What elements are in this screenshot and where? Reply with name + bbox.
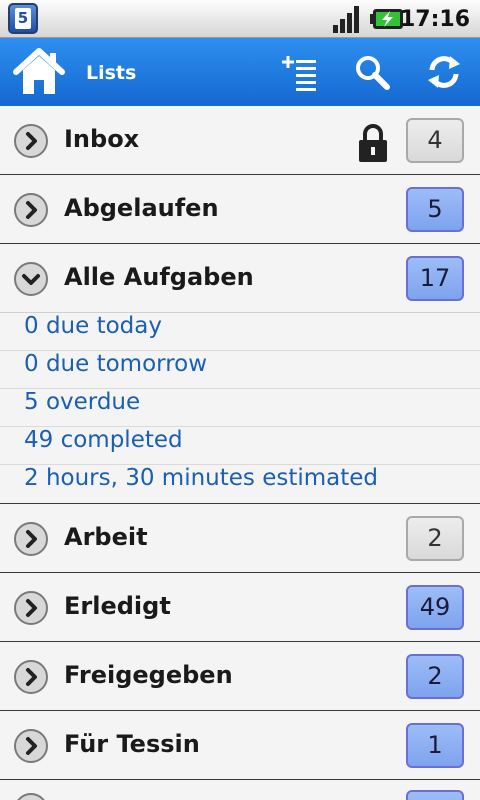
list-item-fur-tessin[interactable]: Für Tessin 1 (0, 711, 480, 780)
chevron-right-icon[interactable] (13, 521, 49, 557)
page-title: Lists (86, 62, 137, 84)
list-item-partial[interactable] (0, 780, 480, 800)
battery-charging-icon (370, 9, 403, 29)
notification-app-icon[interactable]: 5 (8, 3, 38, 34)
chevron-right-icon[interactable] (13, 792, 49, 800)
app-toolbar: Lists (0, 38, 480, 106)
chevron-right-icon[interactable] (13, 728, 49, 764)
lists-list: Inbox 4 Abgelaufen 5 Alle Aufgaben 17 0 … (0, 106, 480, 800)
list-item-freigegeben[interactable]: Freigegeben 2 (0, 642, 480, 711)
list-label: Freigegeben (64, 661, 233, 689)
count-badge: 2 (406, 654, 464, 699)
count-badge: 2 (406, 516, 464, 561)
list-item-alle-aufgaben[interactable]: Alle Aufgaben 17 (0, 244, 480, 313)
chevron-right-icon[interactable] (13, 590, 49, 626)
list-label: Alle Aufgaben (64, 263, 254, 291)
count-badge: 1 (406, 723, 464, 768)
list-item-abgelaufen[interactable]: Abgelaufen 5 (0, 175, 480, 244)
list-label: Abgelaufen (64, 194, 219, 222)
count-badge: 17 (406, 256, 464, 301)
status-bar: 5 17:16 (0, 0, 480, 38)
add-list-icon[interactable] (280, 52, 320, 92)
app-icon-digit: 5 (15, 8, 31, 29)
count-badge: 49 (406, 585, 464, 630)
list-item-erledigt[interactable]: Erledigt 49 (0, 573, 480, 642)
stat-overdue[interactable]: 5 overdue (0, 389, 480, 427)
clock: 17:16 (399, 7, 470, 32)
list-label: Für Tessin (64, 730, 200, 758)
stat-completed[interactable]: 49 completed (0, 427, 480, 465)
lock-icon (359, 124, 387, 162)
chevron-down-icon[interactable] (13, 261, 49, 297)
count-badge-partial (406, 790, 464, 800)
chevron-right-icon[interactable] (13, 659, 49, 695)
count-badge: 5 (406, 187, 464, 232)
chevron-right-icon[interactable] (13, 192, 49, 228)
list-item-arbeit[interactable]: Arbeit 2 (0, 504, 480, 573)
search-icon[interactable] (352, 52, 392, 92)
chevron-right-icon[interactable] (13, 123, 49, 159)
count-badge: 4 (406, 118, 464, 163)
stat-due-tomorrow[interactable]: 0 due tomorrow (0, 351, 480, 389)
stat-estimated[interactable]: 2 hours, 30 minutes estimated (0, 465, 480, 503)
home-icon[interactable] (12, 46, 66, 98)
stat-due-today[interactable]: 0 due today (0, 313, 480, 351)
list-label: Arbeit (64, 523, 148, 551)
list-label: Erledigt (64, 592, 171, 620)
sync-icon[interactable] (424, 52, 464, 92)
signal-icon (333, 6, 359, 33)
list-label: Inbox (64, 125, 140, 153)
list-item-inbox[interactable]: Inbox 4 (0, 106, 480, 175)
list-stats: 0 due today 0 due tomorrow 5 overdue 49 … (0, 313, 480, 504)
